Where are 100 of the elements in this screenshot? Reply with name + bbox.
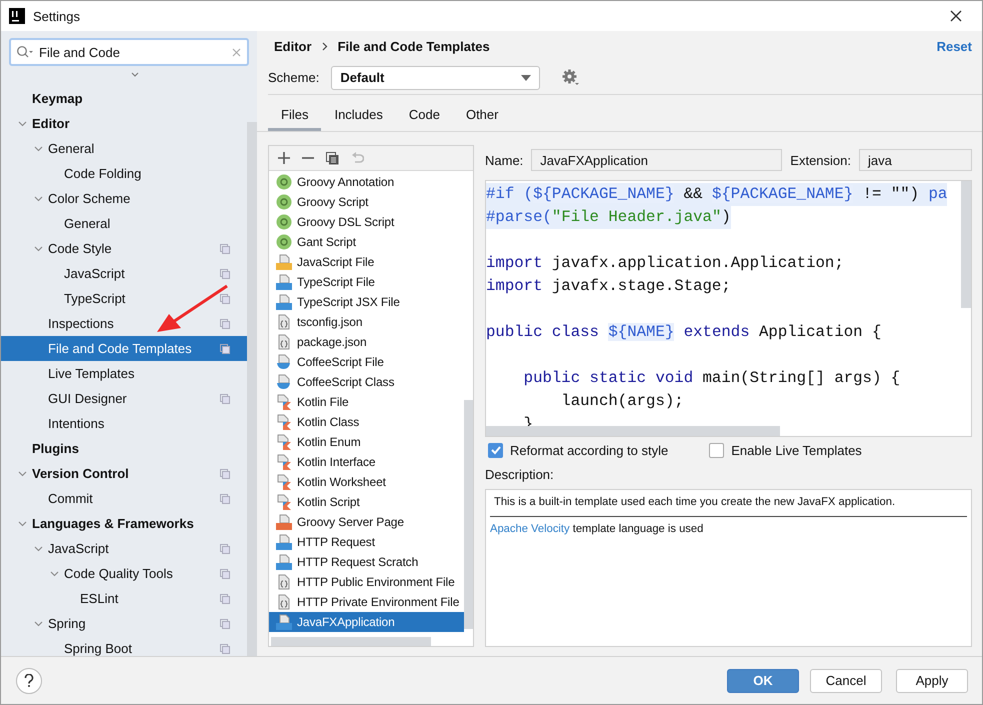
tree-item[interactable]: File and Code Templates <box>1 336 247 361</box>
tree-item[interactable]: Spring Boot <box>1 636 247 661</box>
tree-item[interactable]: Keymap <box>1 86 247 111</box>
tree-item[interactable]: Inspections <box>1 311 247 336</box>
scrollbar[interactable] <box>271 637 431 646</box>
template-item[interactable]: Kotlin Worksheet <box>269 472 464 492</box>
template-item[interactable]: Kotlin Class <box>269 412 464 432</box>
clear-icon[interactable] <box>232 48 241 56</box>
template-item[interactable]: Kotlin File <box>269 392 464 412</box>
template-item[interactable]: tsconfig.json <box>269 312 464 332</box>
cup-file-icon <box>276 354 292 370</box>
description-label: Description: <box>485 467 555 484</box>
tree-item[interactable]: Intentions <box>1 411 247 436</box>
template-item[interactable]: Groovy Server Page <box>269 512 464 532</box>
breadcrumb-item[interactable]: Editor <box>274 38 312 54</box>
chevron-down-icon[interactable] <box>18 119 27 128</box>
kotlin-file-icon <box>276 434 292 450</box>
file-type-icon <box>276 294 292 310</box>
template-item[interactable]: HTTP Public Environment File <box>269 572 464 592</box>
dialog-button[interactable]: Cancel <box>810 668 882 692</box>
tree-item[interactable]: TypeScript <box>1 286 247 311</box>
gear-icon[interactable] <box>562 69 580 86</box>
json-file-icon <box>276 334 292 350</box>
tree-item[interactable]: Editor <box>1 111 247 136</box>
checkbox-label[interactable]: Reformat according to style <box>510 442 668 458</box>
scheme-dropdown[interactable]: Default <box>331 66 540 90</box>
reset-link[interactable]: Reset <box>936 38 972 54</box>
window-title: Settings <box>33 8 80 24</box>
template-item[interactable]: Groovy Script <box>269 192 464 212</box>
tree-item[interactable]: JavaScript <box>1 261 247 286</box>
template-item[interactable]: HTTP Request <box>269 532 464 552</box>
close-icon[interactable] <box>950 10 962 22</box>
tree-item[interactable]: Code Quality Tools <box>1 561 247 586</box>
template-item[interactable]: TypeScript JSX File <box>269 292 464 312</box>
tree-item[interactable]: Color Scheme <box>1 186 247 211</box>
undo-icon[interactable] <box>351 152 364 164</box>
template-item[interactable]: TypeScript File <box>269 272 464 292</box>
name-field[interactable]: JavaFXApplication <box>531 149 782 171</box>
code-editor[interactable] <box>485 180 972 437</box>
search-field[interactable]: File and Code <box>9 38 249 66</box>
dialog-button[interactable]: OK <box>727 668 799 692</box>
scrollbar[interactable] <box>247 122 257 656</box>
template-item[interactable]: Kotlin Interface <box>269 452 464 472</box>
template-item[interactable]: JavaScript File <box>269 252 464 272</box>
chevron-down-icon[interactable] <box>18 519 27 528</box>
template-item[interactable]: HTTP Private Environment File <box>269 592 464 612</box>
tree-item[interactable]: ESLint <box>1 586 247 611</box>
tree-item[interactable]: Commit <box>1 486 247 511</box>
file-type-icon <box>276 254 292 270</box>
tree-item[interactable]: Plugins <box>1 436 247 461</box>
template-item[interactable]: Gant Script <box>269 232 464 252</box>
tree-item[interactable]: General <box>1 211 247 236</box>
template-item[interactable]: JavaFXApplication <box>269 612 464 632</box>
extension-field[interactable]: java <box>859 149 972 171</box>
template-item[interactable]: package.json <box>269 332 464 352</box>
kotlin-file-icon <box>276 474 292 490</box>
tree-item[interactable]: JavaScript <box>1 536 247 561</box>
template-item[interactable]: CoffeeScript Class <box>269 372 464 392</box>
checkbox-label[interactable]: Enable Live Templates <box>731 442 862 458</box>
tree-item[interactable]: Spring <box>1 611 247 636</box>
tree-item[interactable]: Live Templates <box>1 361 247 386</box>
tab[interactable]: Includes <box>321 103 396 131</box>
chevron-down-icon[interactable] <box>50 569 59 578</box>
file-type-icon <box>276 274 292 290</box>
tab[interactable]: Files <box>268 103 322 131</box>
chevron-down-icon[interactable] <box>34 144 43 153</box>
tree-item[interactable]: GUI Designer <box>1 386 247 411</box>
tab[interactable]: Other <box>452 103 512 131</box>
scrollbar[interactable] <box>464 400 473 629</box>
dialog-button[interactable]: Apply <box>896 668 968 692</box>
tab[interactable]: Code <box>396 103 453 131</box>
checkbox[interactable] <box>709 442 724 458</box>
chevron-down-icon[interactable] <box>34 244 43 253</box>
tree-item[interactable]: Code Folding <box>1 161 247 186</box>
copy-icon[interactable] <box>326 152 339 164</box>
tree-item[interactable]: Version Control <box>1 461 247 486</box>
description-text: This is a built-in template used each time you create the new JavaFX application. <box>493 496 896 508</box>
tree-item[interactable]: Languages & Frameworks <box>1 511 247 536</box>
template-item[interactable]: Kotlin Enum <box>269 432 464 452</box>
template-item[interactable]: CoffeeScript File <box>269 352 464 372</box>
template-item[interactable]: HTTP Request Scratch <box>269 552 464 572</box>
scheme-label: Scheme: <box>268 70 320 85</box>
scrollbar[interactable] <box>486 426 780 436</box>
help-button[interactable] <box>16 668 42 694</box>
template-item[interactable]: Groovy DSL Script <box>269 212 464 232</box>
tree-item[interactable]: General <box>1 136 247 161</box>
chevron-down-icon[interactable] <box>34 544 43 553</box>
checkbox[interactable] <box>488 442 503 458</box>
template-item[interactable]: Kotlin Script <box>269 492 464 512</box>
add-icon[interactable] <box>278 152 290 164</box>
cup-file-icon <box>276 374 292 390</box>
tree-item[interactable]: Code Style <box>1 236 247 261</box>
kotlin-file-icon <box>276 454 292 470</box>
chevron-down-icon[interactable] <box>34 194 43 203</box>
chevron-down-icon[interactable] <box>34 619 43 628</box>
template-item[interactable]: Groovy Annotation <box>269 172 464 192</box>
chevron-down-icon[interactable] <box>18 469 27 478</box>
groovy-icon <box>276 194 292 210</box>
scrollbar[interactable] <box>961 181 971 308</box>
velocity-link[interactable]: Apache Velocity <box>490 523 570 535</box>
